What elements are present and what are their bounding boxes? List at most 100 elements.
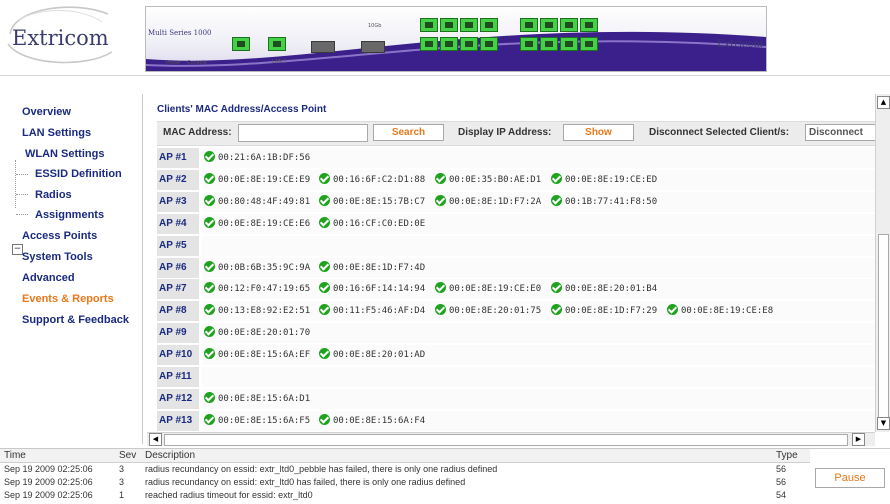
ap-row: AP #8 00:13:E8:92:E2:51 00:11:F5:46:AF:D4 0… — [157, 301, 875, 322]
device-panel-image: Multi Series 1000 Power Console LAN 1 10… — [145, 6, 767, 72]
sidebar-item-advanced[interactable]: Advanced — [22, 272, 75, 284]
client-mac-item[interactable]: 00:16:6F:14:14:94 — [319, 282, 425, 296]
sidebar-item-overview[interactable]: Overview — [22, 106, 71, 118]
sidebar-item-access-points[interactable]: Access Points — [22, 230, 97, 242]
client-mac-item[interactable]: 00:0E:8E:20:01:AD — [319, 348, 425, 362]
client-mac-address: 00:0E:8E:20:01:70 — [218, 328, 311, 339]
sidebar-item-events-reports[interactable]: Events & Reports — [22, 293, 114, 305]
log-type: 56 — [776, 464, 787, 474]
ap-row: AP #5 — [157, 235, 875, 256]
ap-client-list — [202, 235, 875, 256]
client-mac-item[interactable]: 00:0E:8E:1D:F7:29 — [551, 304, 657, 318]
log-time: Sep 19 2009 02:25:06 — [4, 464, 93, 474]
device-brand: Extricom — [717, 39, 764, 50]
client-mac-item[interactable]: 00:0E:8E:20:01:75 — [435, 304, 541, 318]
client-mac-item[interactable]: 00:11:F5:46:AF:D4 — [319, 304, 425, 318]
scroll-up-icon[interactable]: ▲ — [877, 96, 890, 109]
client-mac-address: 00:0E:8E:20:01:75 — [449, 306, 542, 317]
client-mac-item[interactable]: 00:0E:8E:20:01:B4 — [551, 282, 657, 296]
sidebar-item-radios[interactable]: Radios — [35, 189, 72, 201]
sidebar-item-support-feedback[interactable]: Support & Feedback — [22, 314, 129, 326]
client-mac-item[interactable]: 00:0E:8E:19:CE:ED — [551, 172, 657, 187]
log-type: 56 — [776, 477, 787, 487]
ap-row: AP #2 00:0E:8E:19:CE:E9 00:16:6F:C2:D1:88 0… — [157, 169, 875, 190]
client-mac-item[interactable]: 00:0E:8E:19:CE:E8 — [667, 304, 773, 318]
check-circle-icon — [435, 194, 446, 206]
client-mac-item[interactable]: 00:16:6F:C2:D1:88 — [319, 172, 425, 187]
client-mac-item[interactable]: 00:0E:8E:15:6A:F5 — [204, 413, 311, 428]
ap-row: AP #13 00:0E:8E:15:6A:F5 00:0E:8E:15:6A:F4 — [157, 410, 875, 431]
slot-icon — [361, 41, 385, 53]
client-mac-address: 00:16:CF:C0:ED:0E — [333, 218, 426, 229]
ap-label: AP #4 — [157, 213, 199, 234]
client-mac-item[interactable]: 00:0E:35:B0:AE:D1 — [435, 172, 541, 187]
client-mac-item[interactable]: 00:0E:8E:15:6A:EF — [204, 348, 310, 362]
sidebar-item-lan-settings[interactable]: LAN Settings — [22, 127, 91, 139]
scroll-thumb[interactable] — [878, 234, 889, 424]
port-icon — [480, 37, 498, 51]
client-mac-item[interactable]: 00:12:F0:47:19:65 — [204, 282, 310, 296]
sidebar-item-essid-definition[interactable]: ESSID Definition — [35, 168, 122, 180]
client-mac-address: 00:0E:8E:1D:F7:29 — [565, 306, 658, 317]
scroll-left-icon[interactable]: ◀ — [149, 433, 162, 446]
ap-row: AP #6 00:0B:6B:35:9C:9A 00:0E:8E:1D:F7:4D — [157, 257, 875, 278]
client-mac-item[interactable]: 00:0B:6B:35:9C:9A — [204, 260, 311, 275]
client-mac-item[interactable]: 00:0E:8E:19:CE:E9 — [204, 172, 310, 187]
client-mac-address: 00:11:F5:46:AF:D4 — [333, 306, 426, 317]
client-mac-address: 00:0B:6B:35:9C:9A — [218, 262, 311, 273]
client-mac-item[interactable]: 00:0E:8E:19:CE:E0 — [435, 282, 541, 296]
port-icon — [520, 18, 538, 32]
log-col-description: Description — [145, 450, 196, 461]
log-col-type: Type — [776, 450, 798, 461]
client-mac-item[interactable]: 00:16:CF:C0:ED:0E — [319, 216, 426, 231]
client-mac-item[interactable]: 00:13:E8:92:E2:51 — [204, 304, 310, 318]
port-icon — [540, 37, 558, 51]
sidebar-item-assignments[interactable]: Assignments — [35, 209, 104, 221]
client-mac-address: 00:0E:8E:15:6A:F5 — [218, 415, 311, 426]
ap-label: AP #12 — [157, 388, 199, 409]
slot-icon — [311, 41, 335, 53]
sidebar-item-system-tools[interactable]: System Tools — [22, 251, 93, 263]
ap-client-list: 00:13:E8:92:E2:51 00:11:F5:46:AF:D4 00:0E:… — [202, 301, 875, 322]
client-mac-item[interactable]: 00:0E:8E:1D:F7:2A — [435, 194, 541, 209]
scroll-right-icon[interactable]: ▶ — [852, 433, 865, 446]
sidebar: Overview LAN Settings − WLAN Settings ES… — [0, 94, 143, 444]
client-mac-item[interactable]: 00:0E:8E:15:7B:C7 — [319, 194, 425, 209]
ap-label: AP #3 — [157, 191, 199, 212]
client-mac-item[interactable]: 00:1B:77:41:F8:50 — [551, 194, 657, 209]
client-mac-item[interactable]: 00:0E:8E:19:CE:E6 — [204, 216, 310, 231]
ap-client-list: 00:80:48:4F:49:81 00:0E:8E:15:7B:C7 00:0E:… — [202, 191, 875, 212]
disconnect-button[interactable]: Disconnect — [805, 124, 875, 141]
client-mac-item[interactable]: 00:0E:8E:1D:F7:4D — [319, 260, 425, 275]
client-mac-item[interactable]: 00:80:48:4F:49:81 — [204, 194, 310, 209]
pause-button[interactable]: Pause — [815, 468, 885, 488]
check-circle-icon — [204, 348, 215, 360]
client-mac-item[interactable]: 00:0E:8E:15:6A:D1 — [204, 391, 311, 406]
header: Extricom Multi Series 1000 Power Console… — [0, 0, 890, 76]
client-mac-item[interactable]: 00:0E:8E:15:6A:F4 — [319, 413, 425, 428]
port-icon — [440, 18, 458, 32]
log-type: 54 — [776, 490, 787, 500]
scroll-thumb[interactable] — [164, 434, 848, 446]
client-mac-item[interactable]: 00:21:6A:1B:DF:56 — [204, 151, 310, 165]
port-icon — [520, 37, 538, 51]
ap-label: AP #11 — [157, 367, 199, 387]
power-label: Power — [166, 60, 182, 66]
search-button[interactable]: Search — [373, 124, 444, 141]
extricom-logo: Extricom — [4, 4, 116, 68]
ap-row: AP #10 00:0E:8E:15:6A:EF 00:0E:8E:20:01:AD — [157, 345, 875, 366]
scroll-down-icon[interactable]: ▼ — [877, 417, 890, 430]
check-circle-icon — [319, 413, 330, 425]
horizontal-scrollbar[interactable]: ◀ ▶ — [147, 432, 875, 446]
show-ip-button[interactable]: Show — [563, 124, 634, 141]
mac-address-input[interactable] — [238, 124, 368, 142]
client-mac-address: 00:0E:8E:15:6A:EF — [218, 350, 311, 361]
sidebar-item-wlan-settings[interactable]: WLAN Settings — [25, 148, 104, 160]
client-mac-item[interactable]: 00:0E:8E:20:01:70 — [204, 326, 310, 340]
ap-client-list: 00:0E:8E:19:CE:E9 00:16:6F:C2:D1:88 00:0E:… — [202, 169, 875, 190]
tree-connector — [16, 214, 28, 215]
check-circle-icon — [319, 348, 330, 360]
ap-label: AP #2 — [157, 169, 199, 190]
client-mac-address: 00:0E:8E:15:6A:D1 — [218, 393, 311, 404]
vertical-scrollbar[interactable]: ▲ ▼ — [875, 94, 890, 432]
